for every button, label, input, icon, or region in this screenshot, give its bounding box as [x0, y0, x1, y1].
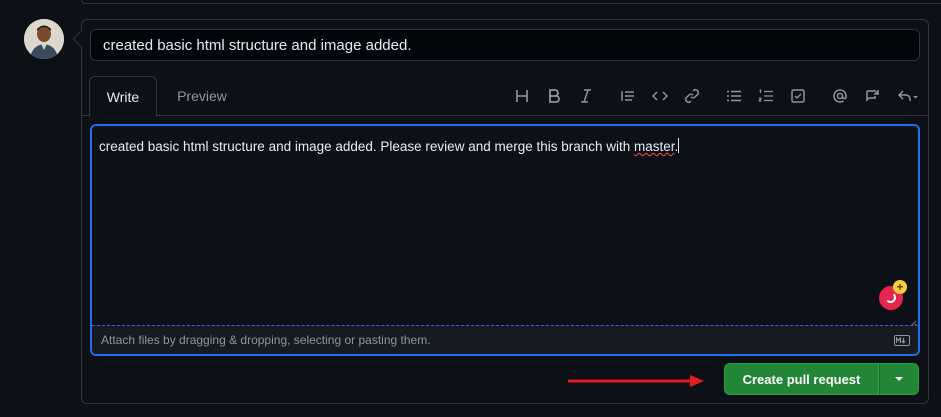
pr-title-input[interactable]	[90, 29, 920, 61]
attach-files-hint: Attach files by dragging & dropping, sel…	[101, 333, 431, 347]
heading-icon[interactable]	[506, 82, 538, 110]
italic-icon[interactable]	[570, 82, 602, 110]
cross-reference-icon[interactable]	[856, 82, 888, 110]
annotation-arrow-icon	[568, 375, 704, 387]
saved-replies-icon[interactable]	[888, 82, 928, 110]
attach-files-bar[interactable]: Attach files by dragging & dropping, sel…	[92, 325, 918, 354]
ordered-list-icon[interactable]	[750, 82, 782, 110]
link-icon[interactable]	[676, 82, 708, 110]
pr-body-textarea[interactable]: created basic html structure and image a…	[90, 124, 920, 356]
task-list-icon[interactable]	[782, 82, 814, 110]
markdown-toolbar	[506, 76, 928, 116]
misspelled-word[interactable]: master	[634, 139, 675, 154]
grammar-assistant-icon[interactable]: +	[879, 280, 907, 310]
create-pull-request-button[interactable]: Create pull request	[724, 363, 879, 395]
pr-body-text: created basic html structure and image a…	[99, 138, 680, 154]
resize-handle-icon[interactable]	[909, 315, 917, 328]
unordered-list-icon[interactable]	[718, 82, 750, 110]
text-caret	[678, 138, 680, 153]
quote-icon[interactable]	[612, 82, 644, 110]
bold-icon[interactable]	[538, 82, 570, 110]
create-pr-button-group: Create pull request	[724, 363, 919, 395]
chevron-down-icon	[895, 377, 903, 381]
user-avatar[interactable]	[24, 19, 64, 59]
previous-panel-edge	[81, 0, 941, 4]
editor-tabs: Write Preview	[82, 76, 928, 117]
code-icon[interactable]	[644, 82, 676, 110]
tab-write[interactable]: Write	[89, 76, 157, 117]
mention-icon[interactable]	[824, 82, 856, 110]
markdown-icon[interactable]	[894, 335, 910, 346]
new-pull-request-form: Write Preview	[81, 19, 929, 404]
create-options-dropdown-button[interactable]	[879, 363, 919, 395]
tab-preview[interactable]: Preview	[166, 76, 238, 116]
